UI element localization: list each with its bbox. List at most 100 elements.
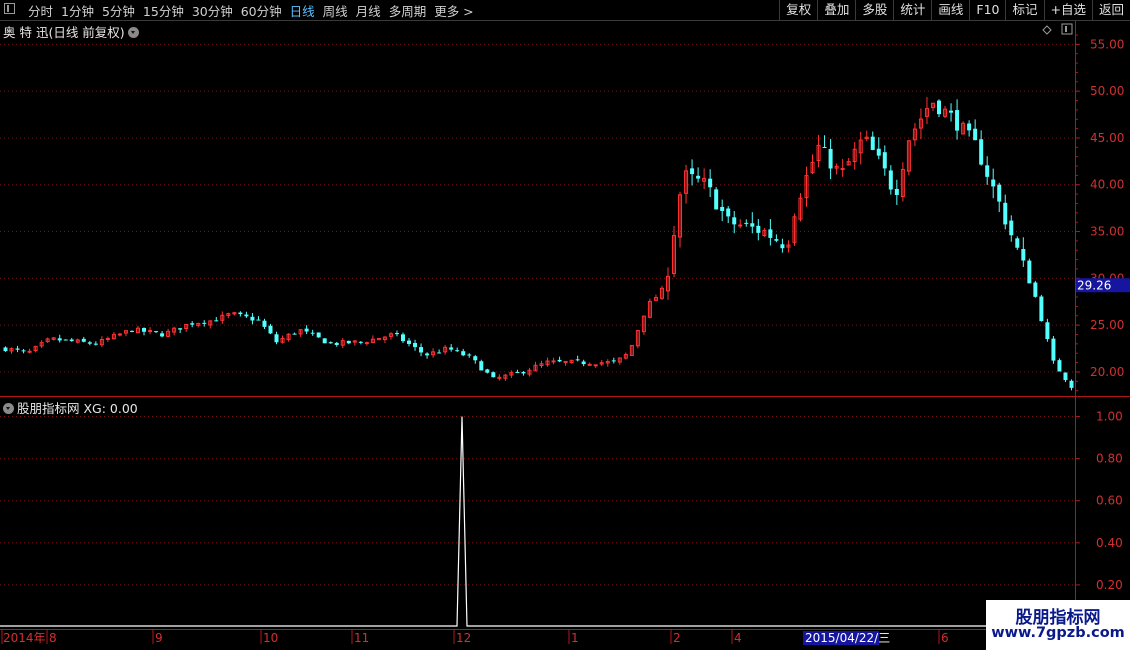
candle-body [449,347,454,350]
candle-body [142,327,147,332]
candle-body [587,363,592,366]
candle-body [515,372,520,374]
time-axis-label: 1 [571,631,579,645]
candle-body [768,229,773,238]
candle-body [1033,282,1038,297]
candle-body [346,340,351,344]
period-tab[interactable]: 5分钟 [102,1,140,20]
candle-body [334,342,339,345]
candle-body [1069,380,1074,388]
candle-body [696,175,701,179]
price-tick-label: 25.00 [1090,318,1124,332]
candle-body [1045,322,1050,340]
period-tab[interactable]: 60分钟 [241,1,287,20]
candle-body [822,147,827,149]
period-tab[interactable]: 30分钟 [192,1,238,20]
candle-body [870,136,875,150]
toolbar-button[interactable]: 返回 [1091,0,1130,20]
candle-body [467,354,472,356]
candle-body [244,314,249,317]
candle-body [69,339,74,342]
candle-body [774,239,779,241]
period-tab[interactable]: 15分钟 [143,1,189,20]
toolbar-button[interactable]: 复权 [779,0,817,20]
candle-body [15,348,20,350]
toolbar-button[interactable]: 多股 [855,0,893,20]
candle-body [394,333,399,335]
candle-body [840,168,845,171]
candle-body [780,244,785,249]
toolbar-button[interactable]: 统计 [893,0,931,20]
period-tab[interactable]: 分时 [28,1,58,20]
period-toolbar: 分时 1分钟 5分钟 15分钟 30分钟 60分钟 日线 周线 月线 多周期 更多 > 复权 叠加 多股… [0,0,1130,21]
candle-body [105,337,110,340]
period-tab[interactable]: 更多 > [434,1,478,20]
candle-body [358,341,363,343]
candle-body [63,339,68,341]
period-tab[interactable]: 1分钟 [61,1,99,20]
stock-chart[interactable]: 55.0050.0045.0040.0035.0030.0025.0020.00… [0,21,1130,650]
candle-body [882,152,887,169]
candle-body [473,356,478,361]
toolbar-button[interactable]: +自选 [1043,0,1092,20]
period-tabs: 分时 1分钟 5分钟 15分钟 30分钟 60分钟 日线 周线 月线 多周期 更多 > [28,0,482,20]
candle-body [967,123,972,131]
cursor-date-label: 2015/04/22/三 [805,631,890,645]
candle-body [1039,296,1044,322]
candle-body [274,334,279,343]
candle-body [214,320,219,322]
candle-body [190,323,195,325]
candle-body [1057,360,1062,372]
candle-body [93,343,98,345]
candle-body [268,325,273,334]
candle-body [949,110,954,113]
candle-body [726,208,731,217]
candle-body [937,100,942,115]
toolbar-button[interactable]: 标记 [1005,0,1043,20]
candle-body [581,361,586,365]
candle-body [407,340,412,344]
toolbar-button[interactable]: 叠加 [817,0,855,20]
candle-body [973,128,978,141]
candle-body [894,188,899,195]
candle-body [485,369,490,373]
candle-body [491,372,496,378]
candle-body [413,342,418,348]
candle-body [714,189,719,210]
period-tab[interactable]: 月线 [356,1,386,20]
price-tick-label: 45.00 [1090,131,1124,145]
period-tab[interactable]: 周线 [323,1,353,20]
candle-body [1009,220,1014,236]
period-tab[interactable]: 日线 [290,1,320,20]
candle-body [563,360,568,363]
candle-body [979,139,984,165]
candle-body [57,338,62,341]
candle-body [129,330,134,332]
diamond-icon[interactable] [1042,25,1052,35]
toolbar-button[interactable]: F10 [969,0,1005,20]
candle-body [985,165,990,177]
window-icon[interactable] [4,3,15,14]
candle-body [461,351,466,356]
window-toggle-icon-bar [1065,26,1067,32]
time-axis-label: 8 [49,631,57,645]
indicator-tick-label: 0.20 [1096,578,1123,592]
toolbar-button[interactable]: 画线 [931,0,969,20]
candle-body [304,328,309,332]
price-tick-label: 35.00 [1090,225,1124,239]
period-tab[interactable]: 多周期 [389,1,432,20]
candle-body [888,170,893,190]
candle-body [876,148,881,156]
indicator-tick-label: 0.80 [1096,452,1123,466]
price-tick-label: 20.00 [1090,365,1124,379]
candle-body [250,316,255,321]
time-axis-label: 11 [354,631,369,645]
watermark-url: www.7gpzb.com [991,625,1125,641]
candle-body [160,333,165,337]
candle-body [1051,338,1056,361]
candle-body [479,361,484,371]
candle-body [262,320,267,327]
candle-body [81,338,86,342]
candle-body [328,342,333,344]
indicator-tick-label: 0.40 [1096,536,1123,550]
